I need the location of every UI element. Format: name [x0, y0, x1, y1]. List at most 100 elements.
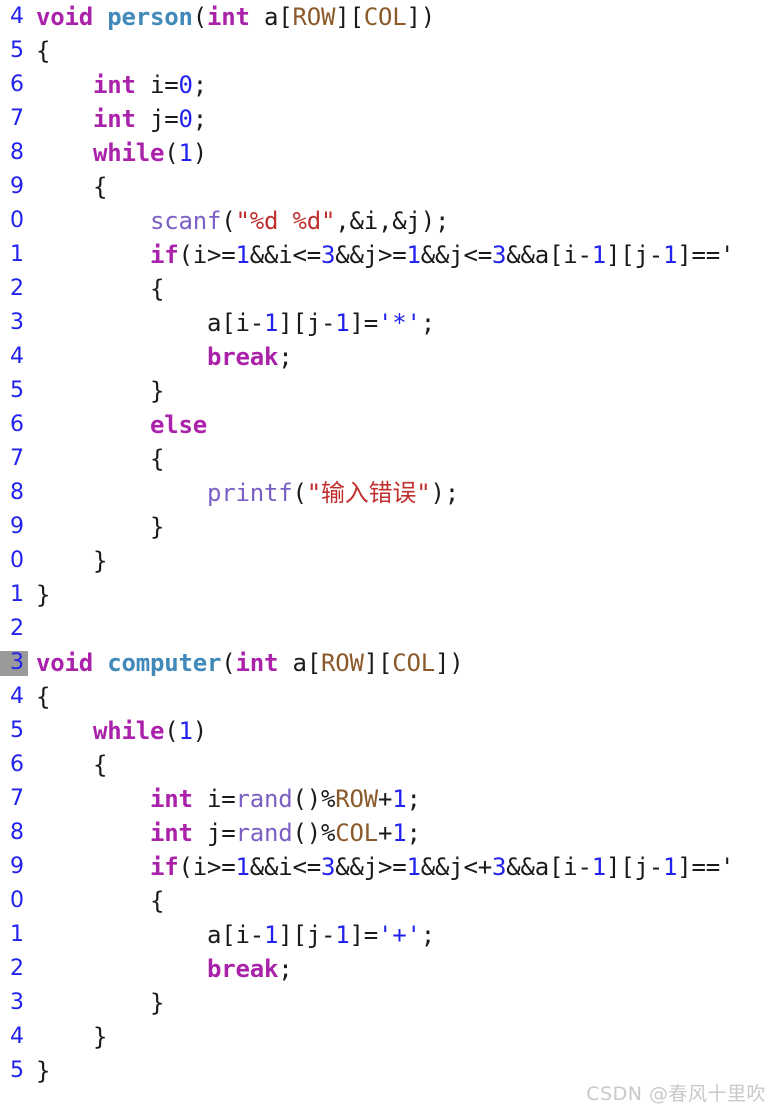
token-plain: a[	[278, 649, 321, 677]
line-number: 0	[0, 204, 28, 238]
line-number-text: 7	[10, 106, 24, 131]
code-line-text[interactable]: {	[28, 680, 782, 714]
code-line: 2	[0, 612, 782, 646]
line-number-text: 2	[10, 276, 24, 301]
line-number: 9	[0, 170, 28, 204]
token-num: 1	[235, 853, 250, 881]
code-line-text[interactable]: else	[28, 408, 782, 442]
code-line-text[interactable]: int i=0;	[28, 68, 782, 102]
line-number: 8	[0, 476, 28, 510]
line-number-text: 1	[10, 582, 24, 607]
code-line: 7 int i=rand()%ROW+1;	[0, 782, 782, 816]
code-line-text[interactable]: void person(int a[ROW][COL])	[28, 0, 782, 34]
line-number-text: 8	[10, 140, 24, 165]
token-kw: int	[93, 71, 136, 99]
code-line-text[interactable]: int j=0;	[28, 102, 782, 136]
code-line: 4 }	[0, 1020, 782, 1054]
token-plain: {	[36, 37, 51, 65]
code-line-text[interactable]: {	[28, 884, 782, 918]
code-line-text[interactable]: while(1)	[28, 136, 782, 170]
code-line-text[interactable]: break;	[28, 340, 782, 374]
line-number-text: 4	[10, 684, 24, 709]
line-number-text: 8	[10, 480, 24, 505]
token-plain: ][j-	[606, 241, 663, 269]
code-line: 3 a[i-1][j-1]='*';	[0, 306, 782, 340]
code-line-text[interactable]: }	[28, 578, 782, 612]
token-macro: COL	[363, 3, 407, 31]
code-line: 3 }	[0, 986, 782, 1020]
line-number: 2	[0, 272, 28, 306]
code-line-text[interactable]: scanf("%d %d",&i,&j);	[28, 204, 782, 238]
token-plain: }	[36, 581, 51, 609]
token-plain: &&i<=	[249, 853, 321, 881]
line-number-text: 2	[10, 616, 24, 641]
token-num: 1	[264, 921, 279, 949]
token-plain: {	[36, 683, 51, 711]
token-plain: a[i-	[36, 921, 264, 949]
code-line-text[interactable]: {	[28, 748, 782, 782]
line-number-text: 8	[10, 820, 24, 845]
line-number-text: 9	[10, 514, 24, 539]
token-fn: computer	[107, 649, 222, 677]
token-plain: ])	[435, 649, 464, 677]
token-num: 3	[492, 853, 507, 881]
token-plain: }	[36, 377, 165, 405]
code-line-text[interactable]: }	[28, 1020, 782, 1054]
token-plain: ]=='	[677, 853, 735, 881]
code-line-text[interactable]: {	[28, 170, 782, 204]
token-plain: ()%	[292, 785, 336, 813]
token-plain: ;	[278, 955, 293, 983]
token-plain: {	[36, 173, 108, 201]
code-line-text[interactable]: a[i-1][j-1]='+';	[28, 918, 782, 952]
token-plain: ][j-	[606, 853, 663, 881]
line-number: 6	[0, 748, 28, 782]
code-line-text[interactable]: if(i>=1&&i<=3&&j>=1&&j<=3&&a[i-1][j-1]==…	[28, 238, 782, 272]
token-plain: ][	[363, 649, 393, 677]
token-plain: ,&i,&j);	[335, 207, 450, 235]
code-line: 9 }	[0, 510, 782, 544]
token-lib: rand	[235, 819, 293, 847]
token-plain: &&i<=	[249, 241, 321, 269]
token-plain: {	[36, 275, 165, 303]
line-number-text: 5	[10, 1058, 24, 1083]
code-line-text[interactable]: void computer(int a[ROW][COL])	[28, 646, 782, 680]
line-number-text: 9	[10, 854, 24, 879]
code-line-text[interactable]: {	[28, 34, 782, 68]
token-plain: ]=	[349, 921, 379, 949]
line-number-text: 6	[10, 412, 24, 437]
token-kw: int	[235, 649, 279, 677]
line-number-text: 9	[10, 174, 24, 199]
code-block[interactable]: 4 void person(int a[ROW][COL]) 5{6 int i=0…	[0, 0, 782, 1116]
code-line-text[interactable]: {	[28, 272, 782, 306]
line-number: 1	[0, 238, 28, 272]
line-number-text: 4	[10, 344, 24, 369]
code-line-text[interactable]: int i=rand()%ROW+1;	[28, 782, 782, 816]
token-num: 1	[406, 241, 421, 269]
code-line-text[interactable]: printf("输入错误");	[28, 476, 782, 510]
line-number: 5	[0, 374, 28, 408]
code-line-text[interactable]: }	[28, 374, 782, 408]
code-line-text[interactable]: }	[28, 510, 782, 544]
token-plain: (i>=	[178, 853, 236, 881]
line-number-text: 3	[10, 650, 24, 675]
token-plain: ][j-	[278, 921, 336, 949]
line-number-text: 5	[10, 718, 24, 743]
code-line-text[interactable]: a[i-1][j-1]='*';	[28, 306, 782, 340]
line-number-text: 2	[10, 956, 24, 981]
code-line-text[interactable]: while(1)	[28, 714, 782, 748]
token-plain: ;	[192, 71, 207, 99]
code-line-text[interactable]: }	[28, 544, 782, 578]
token-plain: {	[36, 445, 165, 473]
code-line-text[interactable]: break;	[28, 952, 782, 986]
code-line-text[interactable]: if(i>=1&&i<=3&&j>=1&&j<+3&&a[i-1][j-1]==…	[28, 850, 782, 884]
line-number-text: 4	[10, 1024, 24, 1049]
code-line-text[interactable]: {	[28, 442, 782, 476]
code-line-text[interactable]: }	[28, 986, 782, 1020]
token-plain: i=	[192, 785, 236, 813]
token-plain: &&j<=	[420, 241, 492, 269]
code-line-text[interactable]: int j=rand()%COL+1;	[28, 816, 782, 850]
